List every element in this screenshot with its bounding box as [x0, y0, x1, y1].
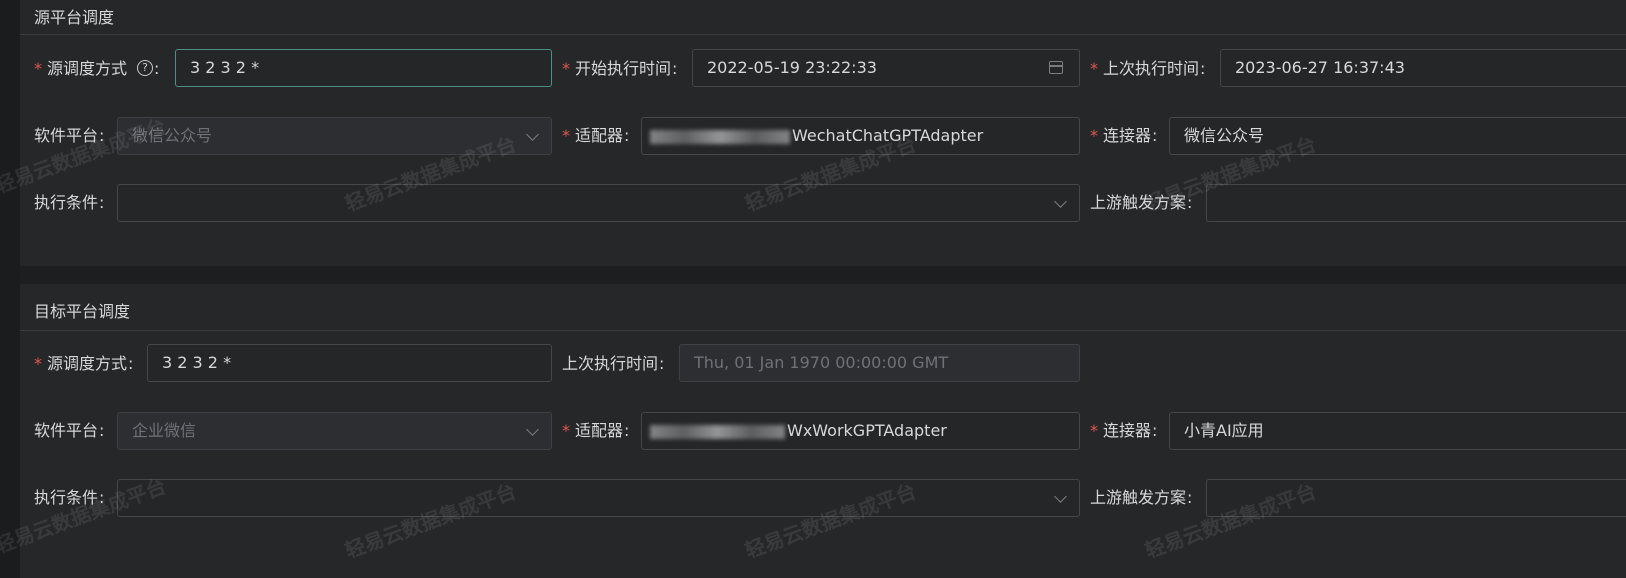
source-connector-input[interactable]: 微信公众号 [1169, 117, 1626, 155]
target-adapter-label: * 适配器: [562, 421, 630, 440]
source-schedule-input[interactable]: 3 2 3 2 * [175, 49, 552, 87]
section-divider [20, 34, 1626, 35]
target-last-run-label: 上次执行时间: [562, 354, 665, 373]
source-schedule-label: * 源调度方式?: [34, 59, 160, 78]
source-adapter-input[interactable]: WechatChatGPTAdapter [641, 117, 1080, 155]
left-sidebar-strip [0, 0, 20, 578]
source-upstream-label: 上游触发方案: [1090, 193, 1193, 212]
source-upstream-select[interactable] [1206, 184, 1626, 222]
chevron-down-icon [526, 423, 539, 436]
target-connector-input[interactable]: 小青AI应用 [1169, 412, 1626, 450]
target-condition-label: 执行条件: [34, 488, 105, 507]
target-connector-label: * 连接器: [1090, 421, 1158, 440]
source-condition-select[interactable] [117, 184, 1080, 222]
section-title: 源平台调度 [34, 8, 115, 27]
target-platform-select[interactable]: 企业微信 [117, 412, 552, 450]
source-last-run-input[interactable]: 2023-06-27 16:37:43 [1220, 49, 1626, 87]
target-upstream-select[interactable] [1206, 479, 1626, 517]
source-connector-label: * 连接器: [1090, 126, 1158, 145]
source-platform-label: 软件平台: [34, 126, 105, 145]
question-circle-icon[interactable]: ? [137, 59, 154, 76]
chevron-down-icon [1054, 490, 1067, 503]
section-divider [20, 330, 1626, 331]
section-title: 目标平台调度 [34, 302, 131, 321]
target-schedule-input[interactable]: 3 2 3 2 * [147, 344, 552, 382]
target-schedule-label: * 源调度方式: [34, 354, 134, 373]
target-last-run-input[interactable]: Thu, 01 Jan 1970 00:00:00 GMT [679, 344, 1080, 382]
target-platform-label: 软件平台: [34, 421, 105, 440]
target-upstream-label: 上游触发方案: [1090, 488, 1193, 507]
source-last-run-label: * 上次执行时间: [1090, 59, 1206, 78]
source-platform-select[interactable]: 微信公众号 [117, 117, 552, 155]
start-time-label: * 开始执行时间: [562, 59, 678, 78]
redacted-text [650, 129, 790, 144]
chevron-down-icon [526, 128, 539, 141]
calendar-icon[interactable] [1049, 61, 1063, 74]
target-condition-select[interactable] [117, 479, 1080, 517]
redacted-text [650, 424, 785, 439]
target-adapter-input[interactable]: WxWorkGPTAdapter [641, 412, 1080, 450]
source-adapter-label: * 适配器: [562, 126, 630, 145]
start-time-picker[interactable]: 2022-05-19 23:22:33 [692, 49, 1080, 87]
source-condition-label: 执行条件: [34, 193, 105, 212]
chevron-down-icon [1054, 195, 1067, 208]
